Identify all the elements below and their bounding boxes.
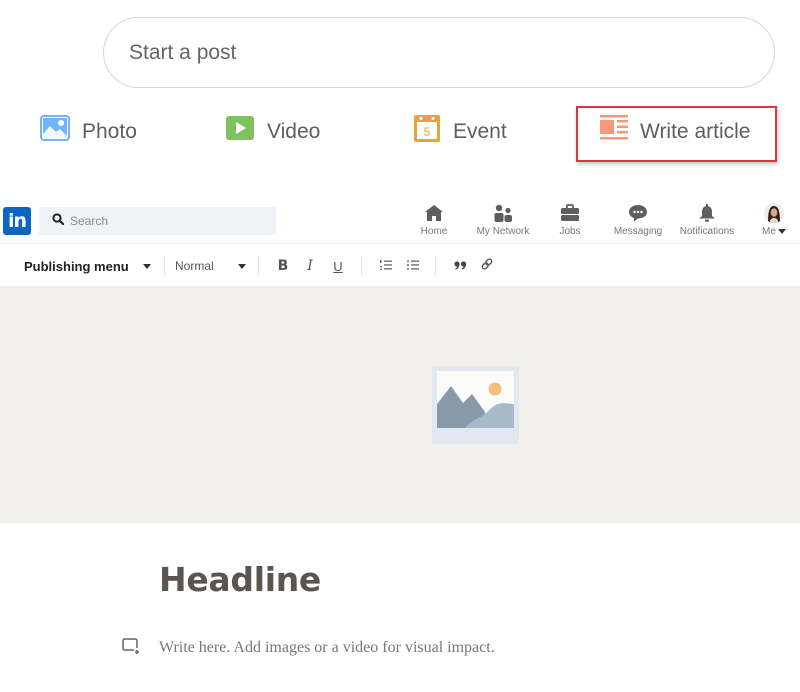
bulleted-list-button[interactable]	[404, 256, 422, 276]
headline-input[interactable]: Headline	[159, 560, 321, 599]
nav-home[interactable]: Home	[418, 202, 450, 242]
nav-home-label: Home	[420, 226, 448, 237]
toolbar-divider	[258, 256, 259, 276]
event-icon: 5	[413, 113, 441, 149]
search-box[interactable]	[39, 207, 276, 235]
event-day: 5	[424, 125, 431, 139]
event-label: Event	[453, 119, 507, 143]
article-body-input[interactable]: Write here. Add images or a video for vi…	[159, 639, 495, 657]
bell-icon	[697, 202, 717, 224]
event-button[interactable]: 5 Event	[413, 112, 507, 150]
write-article-label: Write article	[640, 119, 751, 143]
chevron-down-icon	[237, 263, 246, 269]
linkedin-logo[interactable]: in	[3, 207, 31, 235]
italic-icon: I	[307, 258, 313, 274]
underline-icon: U	[333, 258, 343, 274]
photo-button[interactable]: Photo	[40, 112, 137, 150]
numbered-list-button[interactable]	[377, 256, 395, 276]
video-button[interactable]: Video	[225, 112, 320, 150]
toolbar-divider	[435, 256, 436, 276]
bold-button[interactable]: B	[274, 256, 292, 276]
start-post-placeholder: Start a post	[129, 40, 237, 64]
italic-button[interactable]: I	[301, 256, 319, 276]
publishing-menu-dropdown[interactable]: Publishing menu	[24, 259, 151, 274]
nav-notifications[interactable]: Notifications	[676, 202, 738, 242]
article-icon	[600, 114, 628, 148]
cover-image-upload[interactable]	[0, 286, 800, 523]
write-article-button[interactable]: Write article	[600, 112, 750, 150]
quote-button[interactable]	[451, 256, 469, 276]
text-style-dropdown[interactable]: Normal	[175, 259, 246, 273]
toolbar-divider	[361, 256, 362, 276]
editor-toolbar: Publishing menu Normal B I U	[0, 248, 800, 284]
messaging-icon	[628, 202, 648, 224]
quote-icon	[453, 257, 467, 275]
nav-me-label: Me	[762, 226, 776, 237]
nav-notifications-label: Notifications	[679, 226, 735, 237]
briefcase-icon	[560, 202, 580, 224]
text-style-value: Normal	[175, 259, 214, 273]
nav-my-network-label: My Network	[476, 226, 530, 237]
start-post-input[interactable]: Start a post	[103, 17, 775, 88]
add-media-icon	[121, 638, 143, 659]
nav-me[interactable]: Me	[756, 202, 792, 242]
video-label: Video	[267, 119, 321, 143]
video-icon	[225, 115, 255, 147]
linkedin-logo-text: in	[7, 210, 27, 232]
nav-messaging-label: Messaging	[613, 226, 663, 237]
avatar-wrap	[764, 202, 784, 224]
nav-jobs-label: Jobs	[559, 226, 581, 237]
linkedin-nav: in Home My Network	[0, 197, 800, 244]
nav-me-label-row: Me	[762, 226, 786, 237]
photo-label: Photo	[82, 119, 137, 143]
underline-button[interactable]: U	[329, 256, 347, 276]
nav-my-network[interactable]: My Network	[472, 202, 534, 242]
toolbar-divider	[164, 256, 165, 276]
link-icon	[481, 257, 493, 275]
bulleted-list-icon	[407, 257, 419, 275]
home-icon	[424, 202, 444, 224]
link-button[interactable]	[478, 256, 496, 276]
nav-jobs[interactable]: Jobs	[554, 202, 586, 242]
publishing-menu-label: Publishing menu	[24, 258, 129, 274]
chevron-down-icon	[777, 229, 786, 234]
avatar	[764, 203, 784, 223]
chevron-down-icon	[142, 263, 151, 269]
search-icon	[52, 212, 65, 230]
numbered-list-icon	[380, 257, 392, 275]
bold-icon: B	[277, 258, 289, 274]
network-icon	[493, 202, 513, 224]
search-input[interactable]	[70, 214, 260, 228]
add-media-button[interactable]	[121, 637, 143, 655]
photo-icon	[40, 115, 70, 147]
nav-messaging[interactable]: Messaging	[612, 202, 664, 242]
image-placeholder-icon[interactable]	[432, 366, 519, 444]
